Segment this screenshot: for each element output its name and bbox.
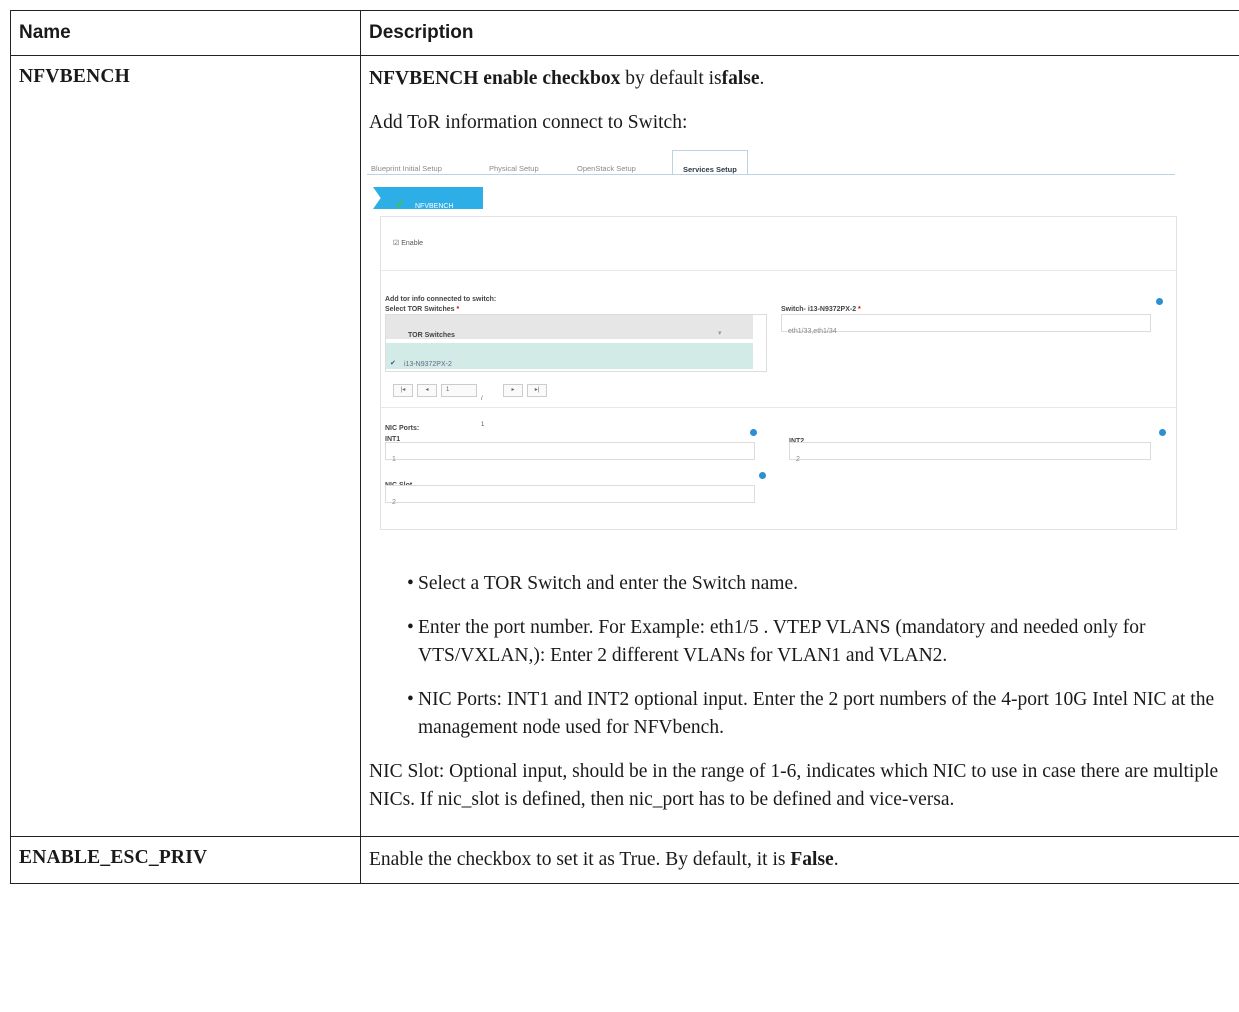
next-page-button[interactable]: ▸ bbox=[503, 384, 523, 397]
instruction-list: Select a TOR Switch and enter the Switch… bbox=[369, 570, 1231, 742]
int1-input[interactable]: 1 bbox=[385, 442, 755, 463]
check-icon: ✔ bbox=[390, 360, 396, 367]
nfvbench-panel: ☑ Enable Add tor info connected to switc… bbox=[380, 216, 1177, 530]
table-header-row: Name Description bbox=[10, 10, 1239, 56]
param-name: ENABLE_ESC_PRIV bbox=[10, 836, 361, 884]
info-icon[interactable] bbox=[750, 429, 757, 436]
header-name: Name bbox=[10, 10, 361, 56]
grid-row-label: i13-N9372PX-2 bbox=[404, 361, 452, 368]
check-icon: ✔ bbox=[395, 197, 406, 211]
parameter-table: Name Description NFVBENCH NFVBENCH enabl… bbox=[10, 10, 1239, 884]
list-item: Enter the port number. For Example: eth1… bbox=[407, 614, 1231, 670]
divider bbox=[381, 270, 1176, 271]
tab-openstack-setup[interactable]: OpenStack Setup bbox=[577, 156, 636, 182]
enable-note: NFVBENCH enable checkbox by default isfa… bbox=[369, 68, 765, 89]
header-description: Description bbox=[360, 10, 1239, 56]
page-number-input[interactable]: 1 bbox=[441, 384, 477, 397]
info-icon[interactable] bbox=[1159, 429, 1166, 436]
prev-page-button[interactable]: ◂ bbox=[417, 384, 437, 397]
table-row: ENABLE_ESC_PRIV Enable the checkbox to s… bbox=[10, 836, 1239, 884]
last-page-button[interactable]: ▸| bbox=[527, 384, 547, 397]
esc-priv-note: Enable the checkbox to set it as True. B… bbox=[369, 849, 839, 870]
enable-checkbox[interactable]: ☑ Enable bbox=[393, 231, 423, 257]
tab-divider bbox=[367, 174, 1175, 175]
info-icon[interactable] bbox=[1156, 298, 1163, 305]
table-row[interactable]: ✔ i13-N9372PX-2 bbox=[386, 343, 753, 369]
divider bbox=[381, 407, 1176, 408]
services-setup-screenshot: Blueprint Initial Setup Physical Setup O… bbox=[367, 150, 1177, 540]
tab-blueprint-initial-setup[interactable]: Blueprint Initial Setup bbox=[371, 156, 442, 182]
nfvbench-step-badge[interactable]: ✔ NFVBENCH bbox=[373, 187, 483, 209]
list-item: Select a TOR Switch and enter the Switch… bbox=[407, 570, 1231, 598]
nic-slot-note: NIC Slot: Optional input, should be in t… bbox=[369, 761, 1219, 810]
list-item: NIC Ports: INT1 and INT2 optional input.… bbox=[407, 686, 1231, 742]
tor-intro: Add ToR information connect to Switch: bbox=[369, 112, 688, 133]
nic-slot-input[interactable]: 2 bbox=[385, 485, 755, 506]
grid-header: TOR Switches ▾ bbox=[386, 315, 753, 339]
info-icon[interactable] bbox=[759, 472, 766, 479]
switch-port-input[interactable]: eth1/33,eth1/34 bbox=[781, 314, 1151, 335]
param-name: NFVBENCH bbox=[10, 55, 361, 837]
tab-services-setup[interactable]: Services Setup bbox=[672, 150, 748, 174]
table-row: NFVBENCH NFVBENCH enable checkbox by def… bbox=[10, 55, 1239, 837]
tor-switch-grid: TOR Switches ▾ ✔ i13-N9372PX-2 bbox=[385, 314, 767, 372]
tab-physical-setup[interactable]: Physical Setup bbox=[489, 156, 539, 182]
param-description: Enable the checkbox to set it as True. B… bbox=[360, 836, 1239, 884]
first-page-button[interactable]: |◂ bbox=[393, 384, 413, 397]
int2-input[interactable]: 2 bbox=[789, 442, 1151, 463]
wizard-tabs: Blueprint Initial Setup Physical Setup O… bbox=[367, 150, 1167, 174]
page-count: / 1 bbox=[481, 396, 485, 428]
param-description: NFVBENCH enable checkbox by default isfa… bbox=[360, 55, 1239, 837]
